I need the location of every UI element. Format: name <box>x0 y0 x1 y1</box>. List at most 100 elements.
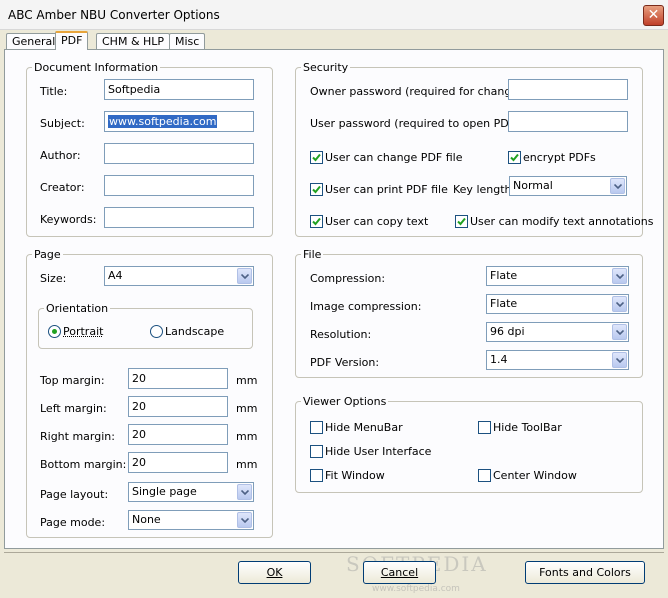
keywords-label: Keywords: <box>40 213 97 226</box>
change-pdf-checkbox[interactable] <box>310 151 323 164</box>
fit-window-checkbox[interactable] <box>310 469 323 482</box>
checkmark-icon <box>457 217 466 226</box>
left-margin-input[interactable]: 20 <box>128 396 228 417</box>
author-label: Author: <box>40 149 81 162</box>
pdf-version-value: 1.4 <box>490 353 508 366</box>
page-layout-label: Page layout: <box>40 488 109 501</box>
document-information-title: Document Information <box>32 61 161 74</box>
encrypt-pdfs-checkbox[interactable] <box>508 151 521 164</box>
cancel-button[interactable]: Cancel <box>363 561 436 584</box>
size-label: Size: <box>40 272 67 285</box>
user-password-label: User password (required to open PDF): <box>310 117 524 130</box>
center-window-label: Center Window <box>493 469 577 482</box>
tab-general[interactable]: General <box>6 33 62 49</box>
title-input[interactable]: Softpedia <box>104 79 254 100</box>
key-length-value: Normal <box>513 179 553 192</box>
title-bar: ABC Amber NBU Converter Options ✕ <box>0 0 668 30</box>
right-margin-unit: mm <box>236 430 258 443</box>
subject-label: Subject: <box>40 117 85 130</box>
top-margin-input[interactable]: 20 <box>128 368 228 389</box>
modify-annotations-checkbox[interactable] <box>455 215 468 228</box>
chevron-down-icon[interactable] <box>612 268 627 284</box>
print-pdf-label: User can print PDF file <box>325 183 448 196</box>
key-length-select[interactable]: Normal <box>509 176 627 196</box>
window-title: ABC Amber NBU Converter Options <box>8 8 220 22</box>
compression-value: Flate <box>490 269 518 282</box>
page-layout-select[interactable]: Single page <box>128 482 254 502</box>
chevron-down-icon[interactable] <box>237 484 252 500</box>
radio-selected-dot <box>52 329 57 334</box>
encrypt-pdfs-label: encrypt PDFs <box>523 151 596 164</box>
top-margin-unit: mm <box>236 374 258 387</box>
orientation-title: Orientation <box>44 302 111 315</box>
bottom-margin-label: Bottom margin: <box>40 458 127 471</box>
right-margin-label: Right margin: <box>40 430 115 443</box>
owner-password-input[interactable] <box>508 79 628 100</box>
user-password-input[interactable] <box>508 111 628 132</box>
tab-chm-hlp[interactable]: CHM & HLP <box>96 33 171 49</box>
hide-user-interface-label: Hide User Interface <box>325 445 432 458</box>
subject-selected-text: www.softpedia.com <box>108 115 218 128</box>
fonts-and-colors-button[interactable]: Fonts and Colors <box>525 561 645 584</box>
top-margin-label: Top margin: <box>40 374 105 387</box>
checkmark-icon <box>312 153 321 162</box>
chevron-down-icon[interactable] <box>612 324 627 340</box>
file-title: File <box>301 248 324 261</box>
chevron-down-icon[interactable] <box>237 512 252 528</box>
size-select[interactable]: A4 <box>104 266 254 286</box>
bottom-separator <box>4 552 664 553</box>
page-mode-select[interactable]: None <box>128 510 254 530</box>
size-value: A4 <box>108 269 123 282</box>
hide-toolbar-label: Hide ToolBar <box>493 421 562 434</box>
page-mode-value: None <box>132 513 161 526</box>
landscape-label: Landscape <box>165 325 225 338</box>
chevron-down-icon[interactable] <box>237 268 252 284</box>
image-compression-label: Image compression: <box>310 300 422 313</box>
change-pdf-label: User can change PDF file <box>325 151 463 164</box>
hide-toolbar-checkbox[interactable] <box>478 421 491 434</box>
close-icon: ✕ <box>647 7 660 23</box>
image-compression-select[interactable]: Flate <box>486 294 629 314</box>
chevron-down-icon[interactable] <box>610 178 625 194</box>
subject-input[interactable]: www.softpedia.com <box>104 111 254 132</box>
compression-select[interactable]: Flate <box>486 266 629 286</box>
creator-input[interactable] <box>104 175 254 196</box>
compression-label: Compression: <box>310 272 386 285</box>
security-title: Security <box>301 61 351 74</box>
author-input[interactable] <box>104 143 254 164</box>
copy-text-checkbox[interactable] <box>310 215 323 228</box>
chevron-down-icon[interactable] <box>612 352 627 368</box>
viewer-options-title: Viewer Options <box>301 395 389 408</box>
portrait-radio[interactable] <box>48 325 61 338</box>
image-compression-value: Flate <box>490 297 518 310</box>
bottom-margin-input[interactable]: 20 <box>128 452 228 473</box>
left-margin-label: Left margin: <box>40 402 107 415</box>
close-button[interactable]: ✕ <box>643 5 664 26</box>
tab-pdf[interactable]: PDF <box>55 31 89 50</box>
right-margin-input[interactable]: 20 <box>128 424 228 445</box>
ok-button[interactable]: OK <box>238 561 311 584</box>
print-pdf-checkbox[interactable] <box>310 183 323 196</box>
portrait-label: Portrait <box>63 325 104 338</box>
checkmark-icon <box>510 153 519 162</box>
pdf-version-label: PDF Version: <box>310 356 380 369</box>
hide-user-interface-checkbox[interactable] <box>310 445 323 458</box>
title-label: Title: <box>40 85 68 98</box>
tab-misc[interactable]: Misc <box>169 33 206 49</box>
fit-window-label: Fit Window <box>325 469 385 482</box>
checkmark-icon <box>312 185 321 194</box>
resolution-select[interactable]: 96 dpi <box>486 322 629 342</box>
checkmark-icon <box>312 217 321 226</box>
pdf-version-select[interactable]: 1.4 <box>486 350 629 370</box>
chevron-down-icon[interactable] <box>612 296 627 312</box>
key-length-label: Key length: <box>453 183 516 196</box>
resolution-label: Resolution: <box>310 328 372 341</box>
landscape-radio[interactable] <box>150 325 163 338</box>
resolution-value: 96 dpi <box>490 325 525 338</box>
hide-menubar-label: Hide MenuBar <box>325 421 403 434</box>
hide-menubar-checkbox[interactable] <box>310 421 323 434</box>
center-window-checkbox[interactable] <box>478 469 491 482</box>
keywords-input[interactable] <box>104 207 254 228</box>
page-title: Page <box>32 248 63 261</box>
watermark-url: www.softpedia.com <box>372 584 460 594</box>
